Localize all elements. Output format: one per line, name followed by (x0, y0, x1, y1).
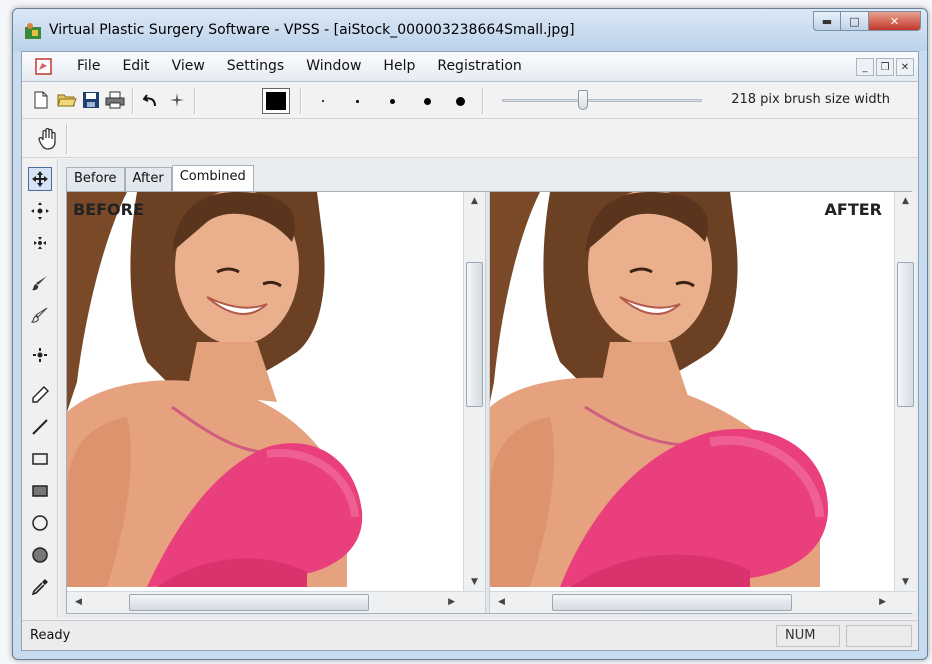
brush-size-3-button[interactable] (390, 99, 395, 104)
brush-size-4-button[interactable] (424, 98, 431, 105)
move-icon[interactable] (28, 167, 52, 191)
menu-edit[interactable]: Edit (111, 58, 160, 74)
brush-size-1-button[interactable] (322, 100, 324, 102)
scroll-left-icon[interactable]: ◀ (75, 597, 82, 607)
brush-icon[interactable] (28, 271, 52, 295)
app-icon (25, 23, 41, 39)
before-label: BEFORE (73, 200, 144, 219)
current-color-swatch (266, 92, 286, 110)
pinch-icon[interactable] (28, 343, 52, 367)
menu-bar: File Edit View Settings Window Help Regi… (22, 52, 918, 82)
brush-size-label: 218 pix brush size width (731, 92, 890, 107)
secondary-toolbar (22, 120, 918, 158)
open-folder-icon[interactable] (56, 89, 78, 111)
app-window: Virtual Plastic Surgery Software - VPSS … (12, 8, 928, 660)
menu-file[interactable]: File (66, 58, 111, 74)
mdi-close-button[interactable]: ✕ (896, 58, 914, 76)
pencil-icon[interactable] (28, 383, 52, 407)
shrink-icon[interactable] (28, 231, 52, 255)
before-horizontal-scrollbar[interactable]: ◀ ▶ (67, 591, 485, 613)
ellipse-icon[interactable] (28, 511, 52, 535)
close-button[interactable]: ✕ (869, 11, 921, 31)
brush-alt-icon[interactable] (28, 303, 52, 327)
document-area: Before After Combined BEFORE ▲ ▼ ◀ ▶ AFT… (60, 159, 918, 618)
before-vertical-thumb[interactable] (466, 262, 483, 407)
menu-settings[interactable]: Settings (216, 58, 295, 74)
undo-icon[interactable] (140, 89, 162, 111)
grow-icon[interactable] (28, 199, 52, 223)
menu-registration[interactable]: Registration (426, 58, 532, 74)
mdi-minimize-button[interactable]: _ (856, 58, 874, 76)
tab-combined[interactable]: Combined (171, 165, 254, 191)
tab-before[interactable]: Before (66, 167, 125, 191)
scroll-down-icon[interactable]: ▼ (471, 577, 478, 587)
brush-size-slider-thumb[interactable] (578, 90, 588, 110)
after-horizontal-thumb[interactable] (552, 594, 792, 611)
menu: File Edit View Settings Window Help Regi… (66, 58, 533, 74)
title-bar[interactable]: Virtual Plastic Surgery Software - VPSS … (13, 9, 927, 51)
menu-window[interactable]: Window (295, 58, 372, 74)
sparkle-icon[interactable] (166, 89, 188, 111)
toolbar-separator (482, 88, 484, 114)
num-lock-indicator: NUM (776, 625, 840, 647)
tools-panel (22, 159, 58, 618)
status-text: Ready (30, 628, 71, 643)
scroll-down-icon[interactable]: ▼ (902, 577, 909, 587)
view-tabs: Before After Combined (66, 165, 254, 191)
scroll-right-icon[interactable]: ▶ (448, 597, 455, 607)
after-vertical-thumb[interactable] (897, 262, 914, 407)
scroll-left-icon[interactable]: ◀ (498, 597, 505, 607)
maximize-button[interactable]: □ (841, 11, 869, 31)
caption-buttons: ▬ □ ✕ (813, 11, 921, 33)
scroll-up-icon[interactable]: ▲ (471, 196, 478, 206)
eyedropper-icon[interactable] (28, 575, 52, 599)
line-icon[interactable] (28, 415, 52, 439)
image-panes: BEFORE ▲ ▼ ◀ ▶ AFTER ▲ ▼ ◀ ▶ (66, 191, 916, 614)
scroll-right-icon[interactable]: ▶ (879, 597, 886, 607)
before-vertical-scrollbar[interactable]: ▲ ▼ (463, 192, 485, 591)
minimize-button[interactable]: ▬ (813, 11, 841, 31)
menu-view[interactable]: View (161, 58, 216, 74)
status-bar: Ready NUM (22, 620, 918, 650)
before-pane[interactable]: BEFORE ▲ ▼ ◀ ▶ (67, 192, 485, 613)
main-toolbar: 218 pix brush size width (22, 83, 918, 119)
before-horizontal-thumb[interactable] (129, 594, 369, 611)
mdi-buttons: _ ❐ ✕ (856, 58, 914, 76)
document-icon[interactable] (34, 58, 54, 76)
after-horizontal-scrollbar[interactable]: ◀ ▶ (490, 591, 916, 613)
brush-size-slider[interactable] (502, 99, 702, 102)
client-area: File Edit View Settings Window Help Regi… (21, 51, 919, 651)
hand-icon[interactable] (36, 127, 60, 151)
menu-help[interactable]: Help (372, 58, 426, 74)
after-pane[interactable]: AFTER ▲ ▼ ◀ ▶ (490, 192, 916, 613)
after-photo (490, 192, 894, 587)
toolbar-separator (300, 88, 302, 114)
print-icon[interactable] (104, 89, 126, 111)
after-vertical-scrollbar[interactable]: ▲ ▼ (894, 192, 916, 591)
toolbar-separator (194, 88, 196, 114)
brush-size-2-button[interactable] (356, 100, 359, 103)
tab-after[interactable]: After (124, 167, 172, 191)
brush-size-5-button[interactable] (456, 97, 465, 106)
filled-rectangle-icon[interactable] (28, 479, 52, 503)
color-picker-button[interactable] (262, 88, 290, 114)
rectangle-icon[interactable] (28, 447, 52, 471)
window-title: Virtual Plastic Surgery Software - VPSS … (49, 22, 575, 38)
toolbar-separator (66, 124, 68, 154)
toolbar-separator (132, 88, 134, 114)
save-icon[interactable] (80, 89, 102, 111)
status-panel (846, 625, 912, 647)
before-photo (67, 192, 463, 587)
after-label: AFTER (824, 200, 882, 219)
new-document-icon[interactable] (30, 89, 52, 111)
mdi-restore-button[interactable]: ❐ (876, 58, 894, 76)
filled-ellipse-icon[interactable] (28, 543, 52, 567)
scroll-up-icon[interactable]: ▲ (902, 196, 909, 206)
